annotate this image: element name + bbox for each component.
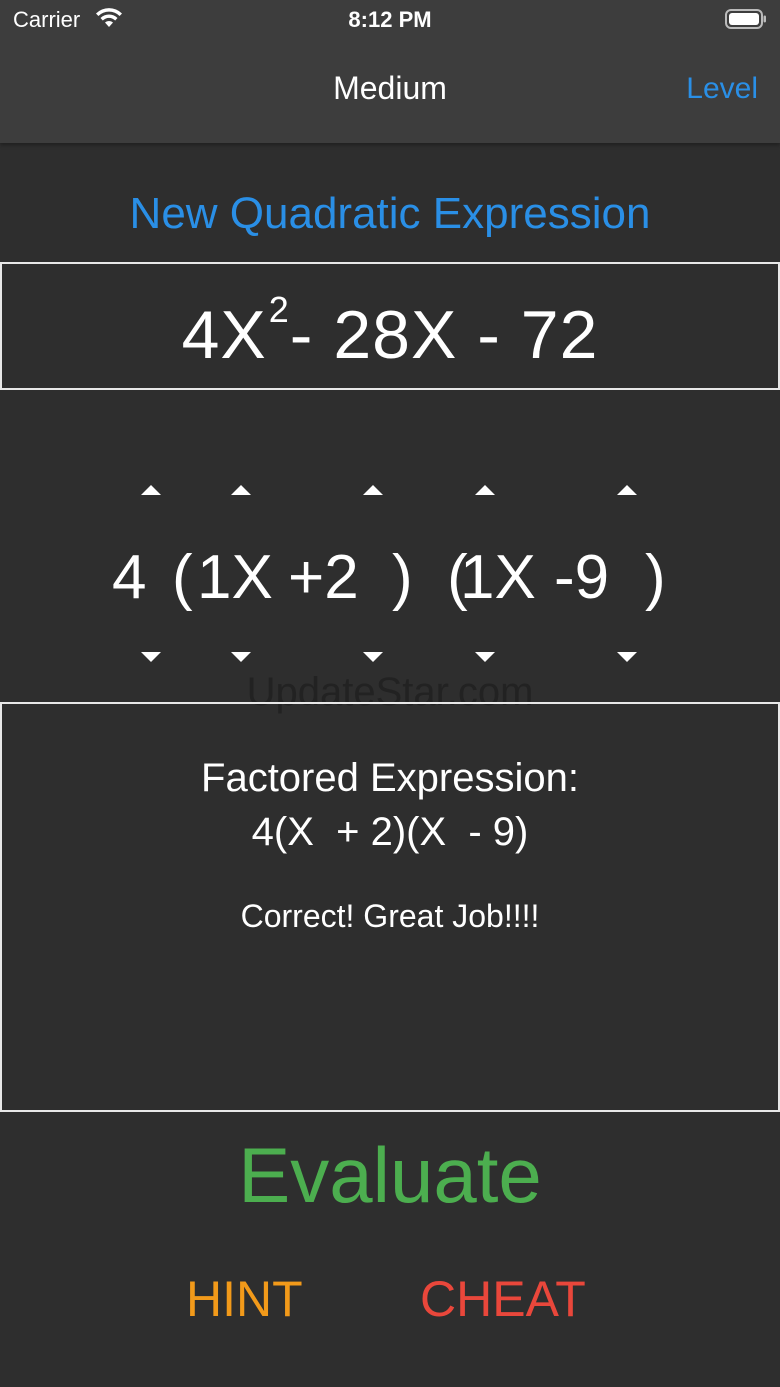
app-screen: Carrier 8:12 PM Medium Level New Quadrat…	[0, 0, 780, 1387]
a2-up-arrow-icon[interactable]	[475, 485, 495, 495]
b1-value[interactable]: +2	[288, 538, 359, 618]
a1-value[interactable]: 1X	[197, 538, 273, 618]
a2-down-arrow-icon[interactable]	[475, 652, 495, 662]
clock: 8:12 PM	[348, 7, 432, 32]
feedback-message: Correct! Great Job!!!!	[240, 898, 540, 934]
factored-expression-value: 4(X + 2)(X - 9)	[251, 810, 529, 854]
quadratic-expression: 4X2- 28X - 72	[0, 289, 780, 386]
nav-title: Medium	[333, 70, 447, 106]
gcf-up-arrow-icon[interactable]	[141, 485, 161, 495]
evaluate-button[interactable]: Evaluate	[0, 1130, 780, 1221]
cheat-button[interactable]: CHEAT	[420, 1270, 586, 1328]
b1-up-arrow-icon[interactable]	[363, 485, 383, 495]
b2-down-arrow-icon[interactable]	[617, 652, 637, 662]
open-paren-1: (	[172, 543, 193, 612]
factored-expression-label: Factored Expression:	[201, 756, 579, 800]
new-expression-button[interactable]: New Quadratic Expression	[0, 189, 780, 239]
b1-down-arrow-icon[interactable]	[363, 652, 383, 662]
expression-leading-term: 4X	[181, 297, 267, 373]
battery-icon	[725, 9, 766, 29]
a2-value[interactable]: 1X	[460, 538, 536, 618]
gcf-value[interactable]: 4	[112, 538, 146, 618]
hint-button[interactable]: HINT	[186, 1270, 303, 1328]
gcf-down-arrow-icon[interactable]	[141, 652, 161, 662]
a1-down-arrow-icon[interactable]	[231, 652, 251, 662]
close-paren-2: )	[645, 543, 666, 612]
status-bar: Carrier 8:12 PM	[0, 0, 780, 40]
expression-exponent: 2	[268, 289, 290, 330]
b2-up-arrow-icon[interactable]	[617, 485, 637, 495]
b2-value[interactable]: -9	[554, 538, 609, 618]
navigation-bar: Carrier 8:12 PM Medium Level	[0, 0, 780, 143]
expression-remaining-terms: - 28X - 72	[289, 297, 599, 373]
a1-up-arrow-icon[interactable]	[231, 485, 251, 495]
level-button[interactable]: Level	[686, 72, 758, 106]
middle-parens: ) (	[392, 543, 468, 612]
